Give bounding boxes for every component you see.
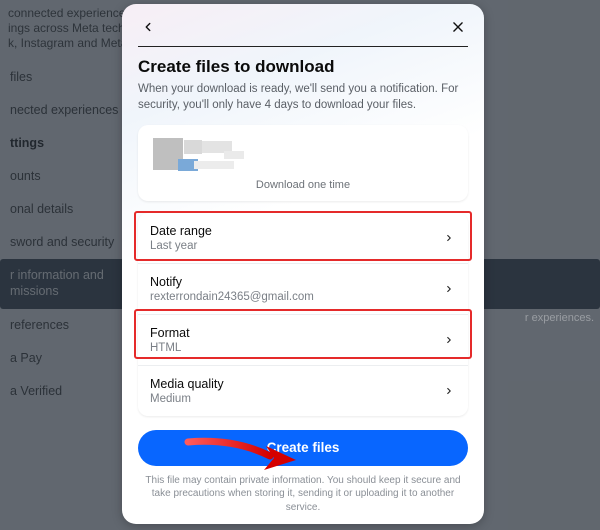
option-row-format[interactable]: Format HTML bbox=[138, 314, 468, 365]
modal-title: Create files to download bbox=[138, 57, 468, 77]
pixelated-preview bbox=[150, 135, 456, 175]
close-button[interactable] bbox=[448, 17, 468, 37]
row-value: rexterrondain24365@gmail.com bbox=[150, 291, 314, 303]
options-card: Date range Last year Notify rexterrondai… bbox=[138, 213, 468, 416]
overlay-far-text: r experiences. bbox=[525, 312, 594, 324]
create-files-button[interactable]: Create files bbox=[138, 430, 468, 465]
close-icon bbox=[451, 20, 465, 34]
option-row-media-quality[interactable]: Media quality Medium bbox=[138, 365, 468, 416]
create-files-modal: Create files to download When your downl… bbox=[122, 4, 484, 524]
row-value: Last year bbox=[150, 240, 212, 252]
divider bbox=[138, 46, 468, 47]
row-value: Medium bbox=[150, 393, 224, 405]
chevron-left-icon bbox=[141, 20, 155, 34]
back-button[interactable] bbox=[138, 17, 158, 37]
chevron-right-icon bbox=[442, 333, 456, 347]
disclaimer-text: This file may contain private informatio… bbox=[138, 474, 468, 515]
modal-subtitle: When your download is ready, we'll send … bbox=[138, 82, 468, 113]
option-row-notify[interactable]: Notify rexterrondain24365@gmail.com bbox=[138, 263, 468, 314]
chevron-right-icon bbox=[442, 384, 456, 398]
chevron-right-icon bbox=[442, 231, 456, 245]
row-label: Notify bbox=[150, 275, 314, 289]
row-label: Date range bbox=[150, 224, 212, 238]
download-summary-card: Download one time bbox=[138, 125, 468, 201]
row-value: HTML bbox=[150, 342, 190, 354]
chevron-right-icon bbox=[442, 282, 456, 296]
download-caption: Download one time bbox=[256, 179, 350, 191]
row-label: Format bbox=[150, 326, 190, 340]
option-row-date-range[interactable]: Date range Last year bbox=[138, 213, 468, 263]
row-label: Media quality bbox=[150, 377, 224, 391]
